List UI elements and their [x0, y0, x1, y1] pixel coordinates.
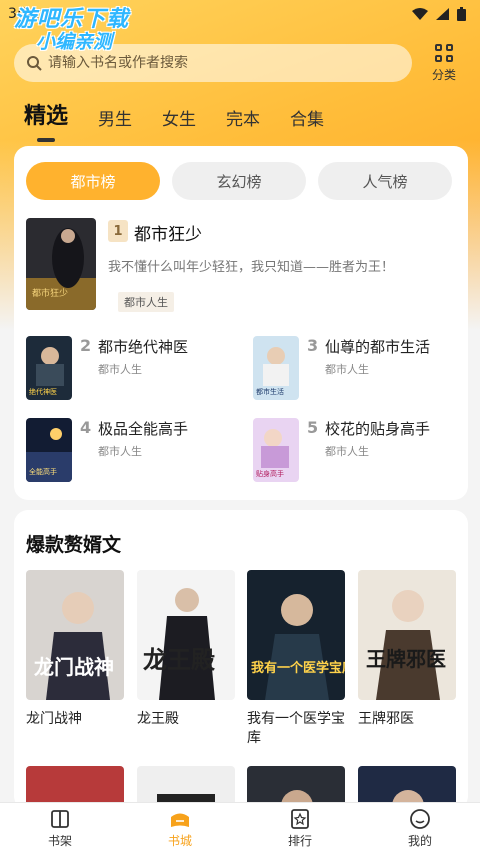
book-cover[interactable]: 都市狂少	[26, 218, 96, 310]
nav-bookshelf[interactable]: 书架	[0, 803, 120, 853]
book-category: 都市人生	[98, 445, 142, 458]
watermark-line2: 小编亲测	[36, 31, 113, 54]
book-category: 都市人生	[325, 445, 369, 458]
rank-item[interactable]: 都市生活 3 仙尊的都市生活 都市人生	[253, 336, 463, 400]
book-cover[interactable]: 我有一个医学宝库	[247, 570, 345, 700]
cover-title-text: 全能高手	[29, 467, 57, 476]
book-card[interactable]: 龙王殿 龙王殿	[137, 570, 235, 729]
profile-icon	[410, 808, 430, 829]
book-card[interactable]: 我有一个医学宝库 我有一个医学宝库	[247, 570, 345, 748]
wifi-icon	[412, 8, 428, 20]
battery-icon	[457, 7, 466, 21]
nav-label: 书城	[167, 833, 192, 848]
book-cover[interactable]: 贴身高手	[253, 418, 299, 482]
rank-tab-urban[interactable]: 都市榜	[26, 162, 160, 200]
watermark: 游吧乐下载 小编亲测	[14, 7, 130, 54]
book-cover[interactable]: 绝代神医	[26, 336, 72, 400]
rank-item[interactable]: 贴身高手 5 校花的贴身高手 都市人生	[253, 418, 463, 482]
cover-title-text: 都市生活	[256, 387, 284, 396]
book-title: 极品全能高手	[98, 420, 189, 438]
search-icon	[27, 56, 42, 71]
rank-number: 4	[80, 418, 92, 437]
book-tag: 都市人生	[118, 292, 174, 312]
book-title: 龙门战神	[26, 711, 82, 727]
category-button[interactable]: 分类	[422, 43, 466, 83]
cover-title-text: 王牌邪医	[366, 647, 446, 671]
tab-collections[interactable]: 合集	[290, 105, 324, 130]
rank-number: 3	[307, 336, 319, 355]
cover-title-text: 龙门战神	[34, 655, 114, 679]
book-title: 都市狂少	[134, 225, 202, 245]
cover-title-text: 都市狂少	[32, 287, 68, 299]
bottom-nav: 书架 书城 排行 我的	[0, 802, 480, 853]
recommend-section: 爆款赘婿文 龙门战神 龙门战神 龙王殿 龙王殿 我有一个医学宝库 我有一个医学宝…	[14, 510, 468, 810]
ranking-card: 都市榜 玄幻榜 人气榜 都市狂少 1 都市狂少 我不懂什么叫年少轻狂，我只知道—…	[14, 146, 468, 500]
bookstore-icon	[171, 813, 189, 827]
book-card[interactable]: 龙门战神 龙门战神	[26, 570, 124, 729]
tab-completed[interactable]: 完本	[226, 105, 260, 130]
book-title: 仙尊的都市生活	[325, 338, 431, 356]
signal-icon	[436, 8, 449, 20]
book-card[interactable]: 王牌邪医 王牌邪医	[358, 570, 456, 729]
book-title: 我有一个医学宝库	[247, 711, 345, 746]
rank-badge: 1	[108, 220, 128, 242]
rank-item[interactable]: 绝代神医 2 都市绝代神医 都市人生	[26, 336, 236, 400]
book-cover[interactable]: 龙门战神	[26, 570, 124, 700]
rank-top-item[interactable]: 都市狂少 1 都市狂少 我不懂什么叫年少轻狂，我只知道——胜者为王！ 都市人生	[26, 218, 456, 312]
section-title: 爆款赘婿文	[26, 534, 122, 556]
category-label: 分类	[431, 67, 456, 82]
rank-number: 2	[80, 336, 92, 355]
tab-featured[interactable]: 精选	[24, 98, 68, 130]
tab-female[interactable]: 女生	[162, 105, 196, 130]
cover-title-text: 绝代神医	[29, 387, 57, 396]
book-category: 都市人生	[325, 363, 369, 376]
nav-label: 书架	[47, 833, 72, 848]
nav-bookstore[interactable]: 书城	[120, 803, 240, 853]
book-title: 校花的贴身高手	[325, 420, 431, 438]
cover-title-text: 我有一个医学宝库	[251, 660, 345, 676]
watermark-line1: 游吧乐下载	[14, 7, 130, 32]
book-cover[interactable]: 龙王殿	[137, 570, 235, 700]
search-input[interactable]	[48, 55, 388, 71]
book-category: 都市人生	[98, 363, 142, 376]
book-title: 都市绝代神医	[98, 338, 189, 356]
book-cover[interactable]: 都市生活	[253, 336, 299, 400]
main-tabs: 精选 男生 女生 完本 合集	[24, 98, 324, 130]
ranking-icon	[291, 808, 309, 829]
cover-title-text: 贴身高手	[256, 469, 284, 478]
nav-ranking[interactable]: 排行	[240, 803, 360, 853]
rank-item[interactable]: 全能高手 4 极品全能高手 都市人生	[26, 418, 236, 482]
nav-label: 我的	[407, 833, 432, 848]
book-title: 龙王殿	[137, 711, 179, 727]
book-description: 我不懂什么叫年少轻狂，我只知道——胜者为王！	[108, 260, 395, 275]
tab-male[interactable]: 男生	[98, 105, 132, 130]
rank-tab-popular[interactable]: 人气榜	[318, 162, 452, 200]
nav-profile[interactable]: 我的	[360, 803, 480, 853]
nav-label: 排行	[287, 833, 312, 848]
rank-number: 5	[307, 418, 319, 437]
book-cover[interactable]: 全能高手	[26, 418, 72, 482]
book-title: 王牌邪医	[358, 711, 414, 727]
cover-title-text: 龙王殿	[143, 645, 216, 674]
bookshelf-icon	[51, 809, 69, 828]
rank-tab-fantasy[interactable]: 玄幻榜	[172, 162, 306, 200]
book-cover[interactable]: 王牌邪医	[358, 570, 456, 700]
grid-icon	[435, 43, 453, 62]
